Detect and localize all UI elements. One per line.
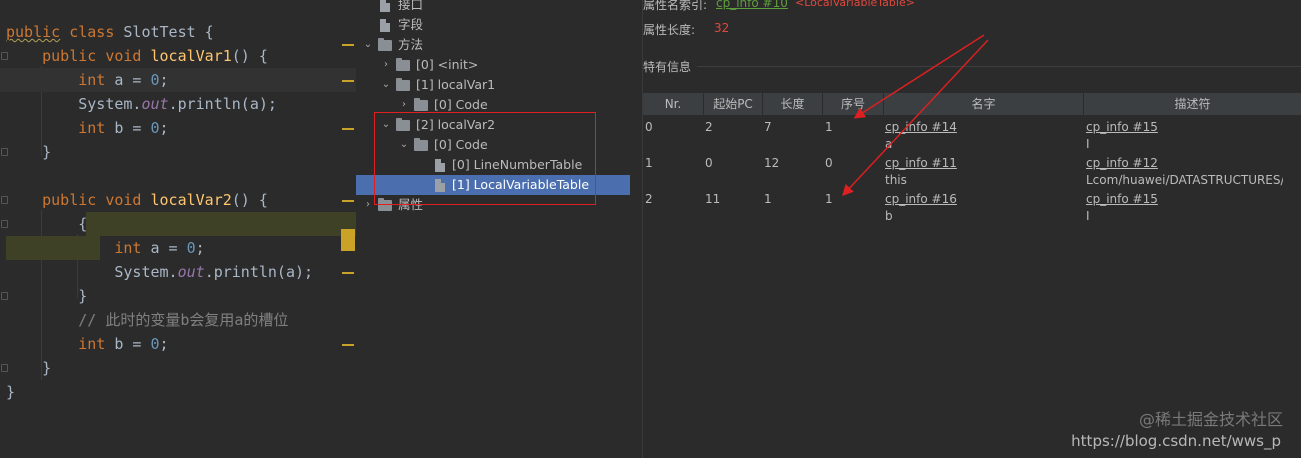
watermark-url: https://blog.csdn.net/wws_p [1071,432,1281,450]
cell-descriptor: I [1086,209,1090,223]
highlight-marker-icon[interactable] [341,229,355,251]
code-line: } [42,143,52,161]
column-header-index[interactable]: 序号 [823,93,884,116]
cell-descriptor: I [1086,137,1090,151]
tree-item-label: 接口 [398,0,424,12]
tree-item-label: [0] <init> [416,57,479,72]
class-structure-tree: 接口 字段 ⌄ 方法 › [0] <init> ⌄ [1] localVar1 … [356,0,643,458]
code-editor[interactable]: public class SlotTest { public void loca… [0,0,356,458]
code-line: System.out.println(a); [78,95,277,113]
code-line: } [42,359,52,377]
name-index-value: <LocalVariableTable> [795,0,915,9]
fold-marker-icon[interactable] [1,148,8,156]
column-header-length[interactable]: 长度 [763,93,823,116]
tree-item-label: 方法 [398,37,424,52]
warning-marker-icon[interactable] [342,44,354,46]
chevron-right-icon[interactable]: › [362,195,374,215]
warning-marker-icon[interactable] [342,344,354,346]
tree-item-init[interactable]: › [0] <init> [356,55,643,75]
cell-name-link[interactable]: cp_info #16 [885,192,957,206]
folder-icon [414,98,428,111]
divider [697,66,1301,67]
column-header-name[interactable]: 名字 [884,93,1084,116]
code-line: public class SlotTest { [6,23,214,41]
cell-length: 7 [764,120,772,134]
cell-start-pc: 2 [705,120,713,134]
cell-descriptor-link[interactable]: cp_info #15 [1086,192,1158,206]
cell-length: 1 [764,192,772,206]
code-line: int a = 0; [114,239,205,257]
folder-icon [378,38,392,51]
attribute-info-panel: 属性名索引: cp_info #10 <LocalVariableTable> … [643,0,1301,458]
warning-marker-icon[interactable] [342,128,354,130]
cell-nr: 2 [645,192,653,206]
code-line: public void localVar2() { [42,191,268,209]
cell-length: 12 [764,156,780,170]
chevron-right-icon[interactable]: › [380,55,392,75]
tree-item-methods[interactable]: ⌄ 方法 [356,35,643,55]
cell-index: 1 [825,192,833,206]
tree-item-fields[interactable]: 字段 [356,15,643,35]
file-icon [380,19,390,32]
table-header: Nr. 起始PC 长度 序号 名字 描述符 [643,93,1301,116]
code-line: System.out.println(a); [114,263,314,281]
chevron-down-icon[interactable]: ⌄ [380,75,392,95]
warning-marker-icon[interactable] [342,272,354,274]
cell-name: a [885,137,893,151]
fold-marker-icon[interactable] [1,364,8,372]
cell-index: 0 [825,156,833,170]
length-label: 属性长度: [643,23,696,37]
code-line: // 此时的变量b会复用a的槽位 [78,311,289,329]
cell-nr: 0 [645,120,653,134]
code-line: int b = 0; [78,335,169,353]
folder-icon [396,78,410,91]
cell-descriptor-link[interactable]: cp_info #12 [1086,156,1158,170]
folder-icon [396,58,410,71]
name-index-label: 属性名索引: [643,0,708,12]
annotation-arrow [842,39,989,197]
fold-marker-icon[interactable] [1,52,8,60]
column-header-descriptor[interactable]: 描述符 [1084,93,1301,116]
code-line: int b = 0; [78,119,169,137]
warning-marker-icon[interactable] [342,200,354,202]
annotation-arrows [842,34,989,197]
tree-item-label: [1] localVar1 [416,77,496,92]
fold-marker-icon[interactable] [1,220,8,228]
cell-descriptor: Lcom/huawei/DATASTRUCTURES/s [1086,173,1283,187]
column-header-nr[interactable]: Nr. [643,93,704,116]
cell-index: 1 [825,120,833,134]
watermark-site: @稀土掘金技术社区 [1138,410,1283,429]
warning-marker-icon[interactable] [342,80,354,82]
code-line-current: int a = 0; [0,68,356,92]
cell-start-pc: 11 [705,192,721,206]
cell-name: b [885,209,893,223]
code-line: } [78,287,88,305]
cell-name: this [885,173,907,187]
cell-name-link[interactable]: cp_info #14 [885,120,957,134]
tree-item-label: 字段 [398,17,424,32]
length-value: 32 [714,21,730,35]
cell-descriptor-link[interactable]: cp_info #15 [1086,120,1158,134]
cell-name-link[interactable]: cp_info #11 [885,156,957,170]
annotation-box [374,112,596,205]
code-line: public void localVar1() { [42,47,268,65]
section-title: 特有信息 [643,60,692,74]
name-index-link[interactable]: cp_info #10 [716,0,788,10]
file-icon [380,0,390,12]
cell-nr: 1 [645,156,653,170]
fold-marker-icon[interactable] [1,292,8,300]
tree-item-interfaces[interactable]: 接口 [356,0,643,15]
code-line: } [6,383,16,401]
code-line: { [78,215,88,233]
chevron-down-icon[interactable]: ⌄ [362,35,374,55]
column-header-start-pc[interactable]: 起始PC [704,93,763,116]
fold-marker-icon[interactable] [1,196,8,204]
tree-item-localvar1[interactable]: ⌄ [1] localVar1 [356,75,643,95]
cell-start-pc: 0 [705,156,713,170]
